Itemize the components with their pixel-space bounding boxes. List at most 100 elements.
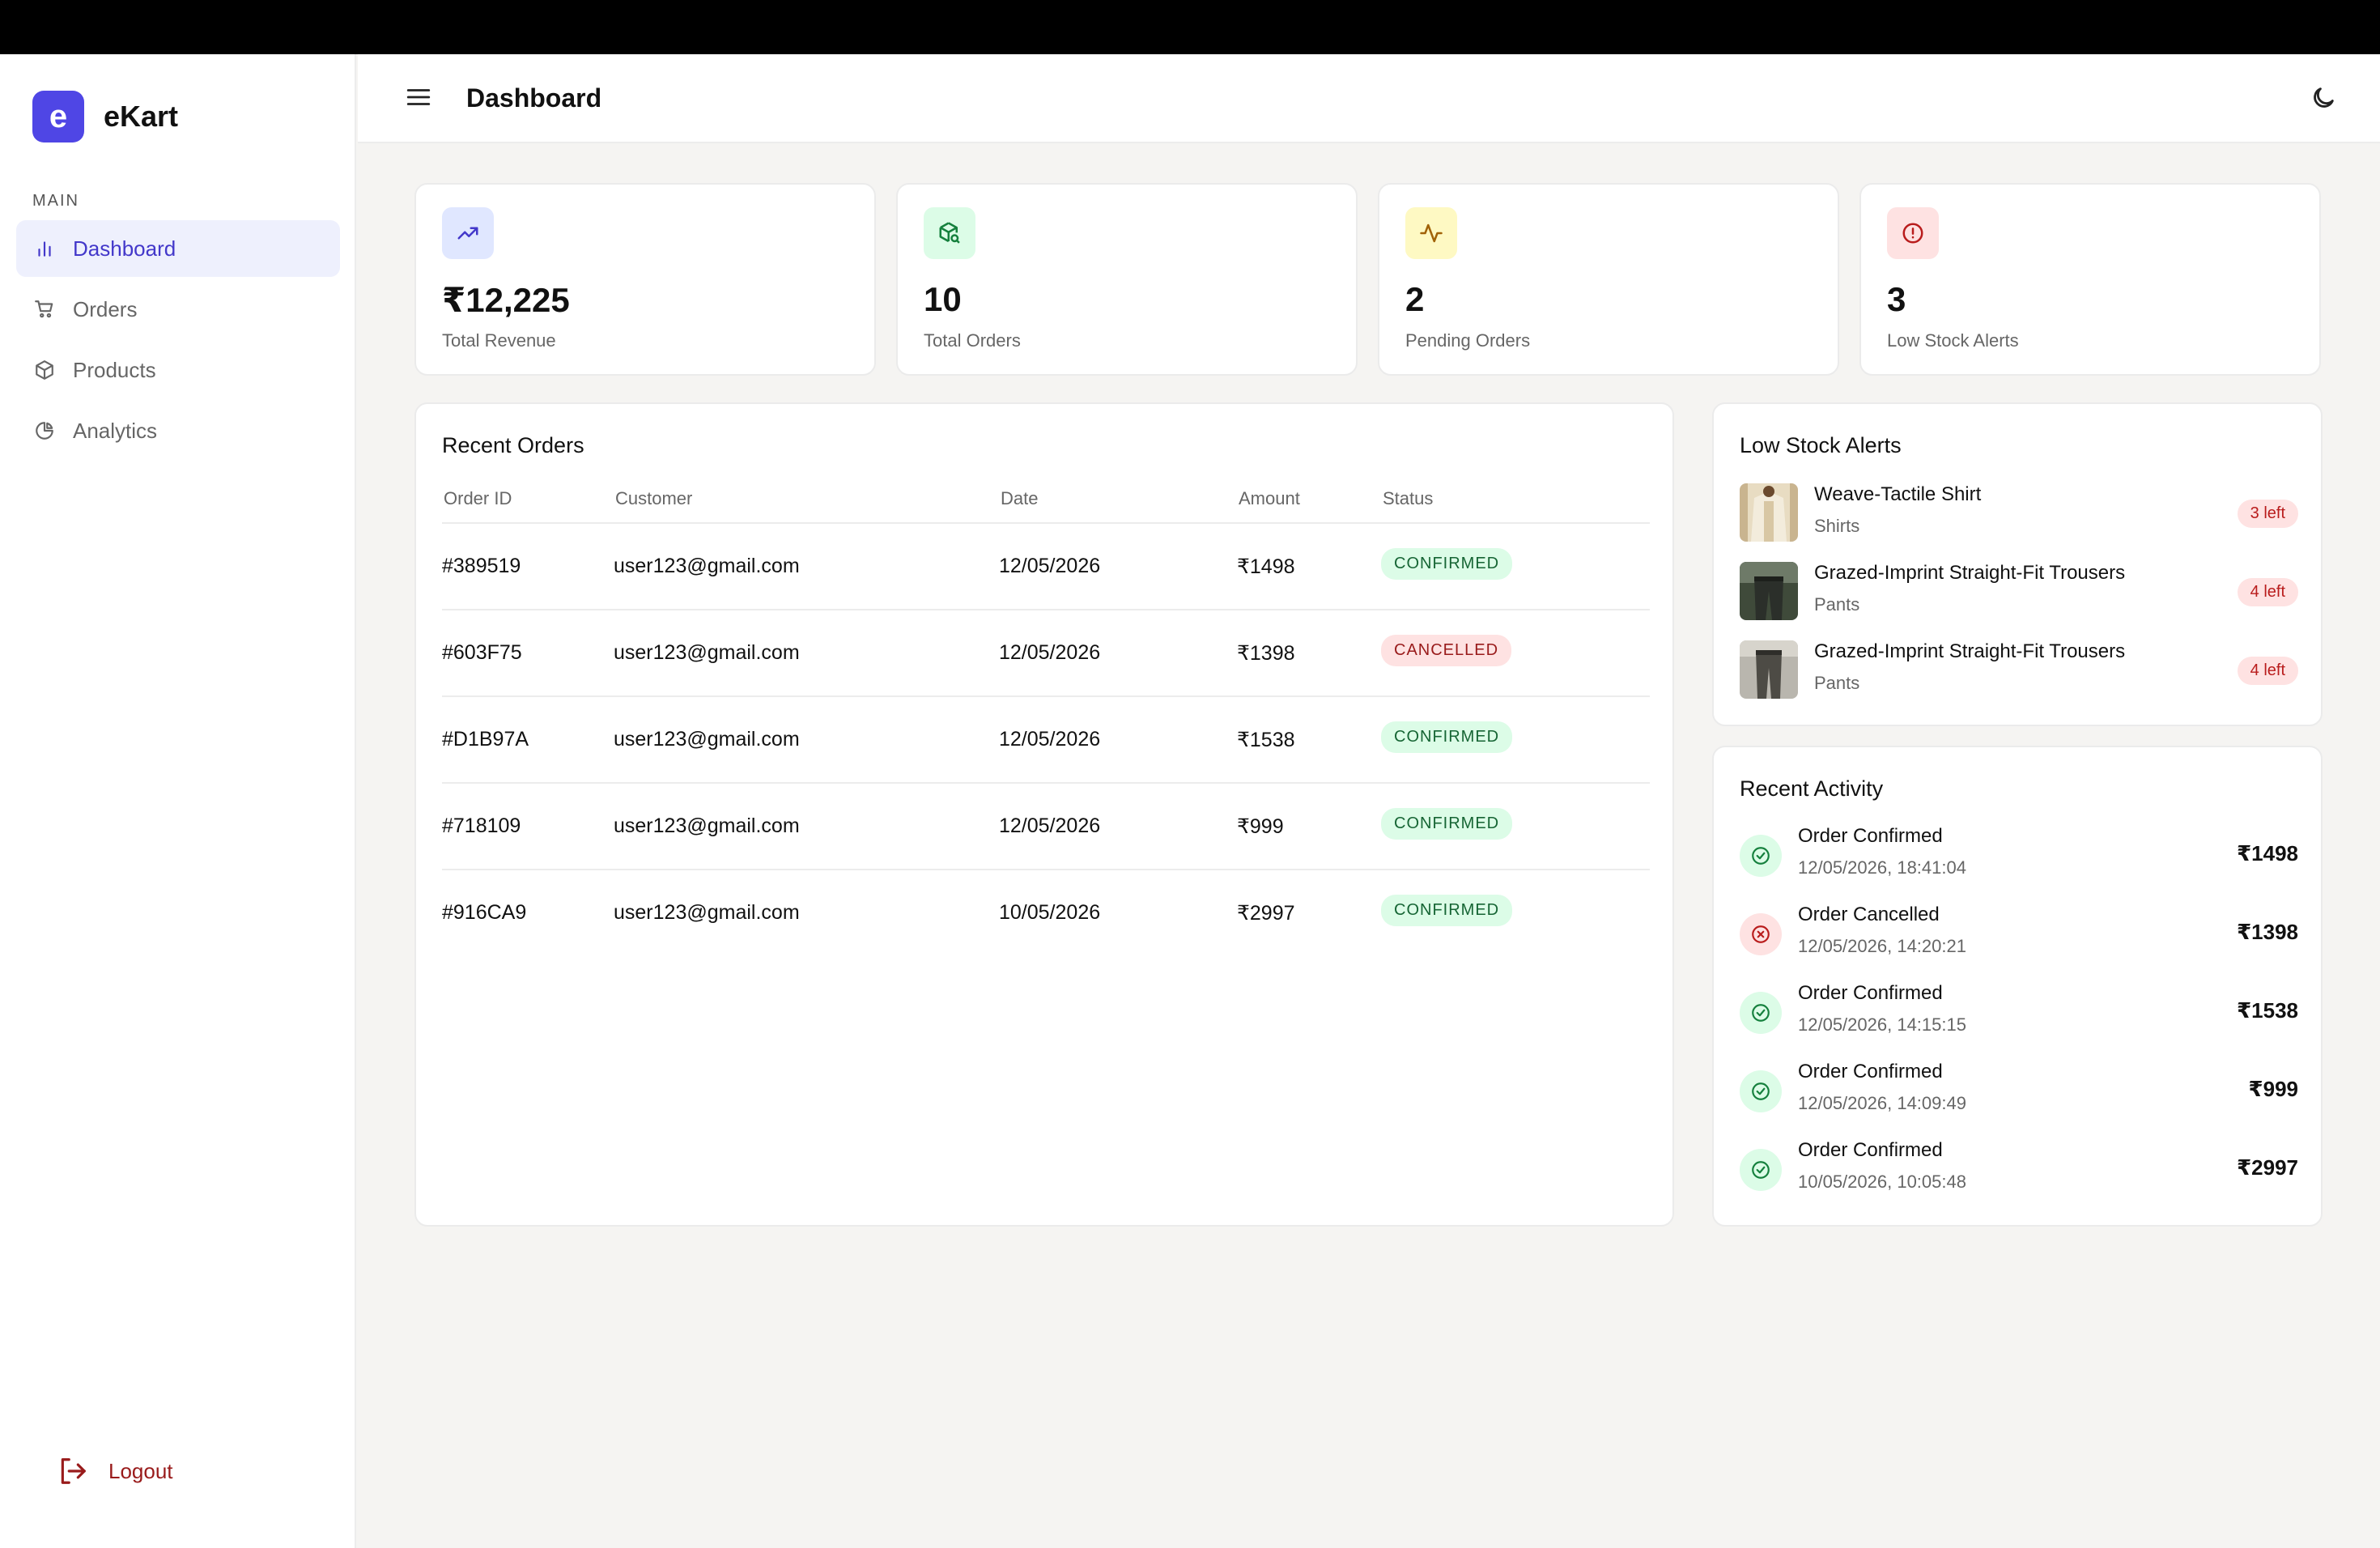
list-item[interactable]: Order Confirmed 10/05/2026, 10:05:48 ₹29… bbox=[1740, 1139, 2298, 1218]
order-date: 12/05/2026 bbox=[999, 728, 1101, 751]
status-badge: CONFIRMED bbox=[1381, 895, 1513, 926]
table-row[interactable]: #389519 user123@gmail.com 12/05/2026 ₹14… bbox=[442, 524, 1650, 610]
recent-activity-panel: Recent Activity Order Confirmed 12/05/20… bbox=[1712, 746, 2323, 1227]
sidebar-item-analytics[interactable]: Analytics bbox=[16, 402, 340, 459]
table-row[interactable]: #D1B97A user123@gmail.com 12/05/2026 ₹15… bbox=[442, 697, 1650, 784]
activity-amount: ₹1498 bbox=[2237, 841, 2298, 865]
stat-label: Total Revenue bbox=[442, 330, 556, 351]
theme-toggle-button[interactable] bbox=[2307, 83, 2340, 116]
activity-amount: ₹1398 bbox=[2237, 920, 2298, 944]
status-badge: CONFIRMED bbox=[1381, 548, 1513, 580]
table-row[interactable]: #718109 user123@gmail.com 12/05/2026 ₹99… bbox=[442, 784, 1650, 870]
stat-label: Total Orders bbox=[924, 330, 1021, 351]
order-id: #718109 bbox=[442, 814, 521, 837]
order-date: 12/05/2026 bbox=[999, 555, 1101, 577]
product-thumbnail bbox=[1740, 640, 1798, 699]
list-item[interactable]: Weave-Tactile Shirt Shirts 3 left bbox=[1740, 482, 2298, 560]
activity-amount: ₹2997 bbox=[2237, 1155, 2298, 1180]
bar-chart-icon bbox=[32, 236, 57, 261]
order-date: 12/05/2026 bbox=[999, 641, 1101, 664]
activity-timestamp: 12/05/2026, 14:09:49 bbox=[1798, 1093, 1966, 1113]
sidebar-section-label: MAIN bbox=[32, 192, 79, 210]
order-date: 12/05/2026 bbox=[999, 814, 1101, 837]
page-title: Dashboard bbox=[466, 83, 602, 113]
box-icon bbox=[32, 358, 57, 382]
list-item[interactable]: Grazed-Imprint Straight-Fit Trousers Pan… bbox=[1740, 639, 2298, 717]
activity-amount: ₹1538 bbox=[2237, 998, 2298, 1023]
stat-card-pending-orders: 2 Pending Orders bbox=[1378, 183, 1839, 376]
sidebar-item-label: Analytics bbox=[73, 418, 158, 443]
product-name: Weave-Tactile Shirt bbox=[1814, 483, 1982, 505]
logout-label: Logout bbox=[108, 1458, 173, 1483]
column-header-status: Status bbox=[1383, 488, 1434, 508]
order-customer: user123@gmail.com bbox=[614, 814, 800, 837]
activity-title: Order Confirmed bbox=[1798, 825, 1943, 847]
recent-orders-title: Recent Orders bbox=[442, 433, 584, 457]
list-item[interactable]: Grazed-Imprint Straight-Fit Trousers Pan… bbox=[1740, 560, 2298, 639]
activity-timestamp: 12/05/2026, 18:41:04 bbox=[1798, 857, 1966, 878]
table-row[interactable]: #603F75 user123@gmail.com 12/05/2026 ₹13… bbox=[442, 610, 1650, 697]
product-category: Pants bbox=[1814, 673, 1860, 693]
activity-timestamp: 12/05/2026, 14:20:21 bbox=[1798, 936, 1966, 956]
sidebar-item-label: Products bbox=[73, 357, 156, 382]
sidebar-item-products[interactable]: Products bbox=[16, 342, 340, 398]
check-circle-icon bbox=[1740, 992, 1782, 1034]
header: Dashboard bbox=[358, 54, 2380, 143]
hamburger-menu-icon bbox=[405, 83, 432, 115]
sidebar-item-label: Orders bbox=[73, 296, 138, 321]
stat-value: ₹12,225 bbox=[442, 281, 570, 319]
list-item[interactable]: Order Confirmed 12/05/2026, 18:41:04 ₹14… bbox=[1740, 825, 2298, 904]
order-amount: ₹1398 bbox=[1237, 642, 1295, 665]
orders-table-header: Order ID Customer Date Amount Status bbox=[442, 483, 1650, 524]
stock-count-badge: 4 left bbox=[2237, 578, 2298, 606]
activity-list: Order Confirmed 12/05/2026, 18:41:04 ₹14… bbox=[1740, 825, 2298, 1218]
list-item[interactable]: Order Cancelled 12/05/2026, 14:20:21 ₹13… bbox=[1740, 904, 2298, 982]
status-badge: CONFIRMED bbox=[1381, 808, 1513, 840]
product-name: Grazed-Imprint Straight-Fit Trousers bbox=[1814, 640, 2126, 662]
activity-title: Order Cancelled bbox=[1798, 904, 1940, 925]
column-header-date: Date bbox=[1001, 488, 1039, 508]
system-top-bar bbox=[0, 0, 2380, 54]
logout-icon bbox=[57, 1455, 89, 1487]
alert-circle-icon bbox=[1887, 207, 1939, 259]
sidebar-nav: Dashboard Orders Products Analytics bbox=[16, 220, 340, 463]
list-item[interactable]: Order Confirmed 12/05/2026, 14:09:49 ₹99… bbox=[1740, 1061, 2298, 1139]
check-circle-icon bbox=[1740, 835, 1782, 877]
package-search-icon bbox=[924, 207, 975, 259]
table-row[interactable]: #916CA9 user123@gmail.com 10/05/2026 ₹29… bbox=[442, 870, 1650, 957]
order-amount: ₹1498 bbox=[1237, 555, 1295, 578]
brand-logo: e bbox=[32, 91, 84, 142]
app-root: e eKart MAIN Dashboard Orders Products A… bbox=[0, 54, 2380, 1548]
brand[interactable]: e eKart bbox=[32, 91, 178, 142]
cart-icon bbox=[32, 297, 57, 321]
recent-orders-panel: Recent Orders Order ID Customer Date Amo… bbox=[414, 402, 1674, 1227]
status-badge: CONFIRMED bbox=[1381, 721, 1513, 753]
logout-button[interactable]: Logout bbox=[57, 1455, 173, 1487]
menu-toggle-button[interactable] bbox=[402, 83, 435, 115]
product-category: Pants bbox=[1814, 594, 1860, 615]
stat-card-low-stock-alerts: 3 Low Stock Alerts bbox=[1859, 183, 2321, 376]
order-customer: user123@gmail.com bbox=[614, 555, 800, 577]
activity-title: Order Confirmed bbox=[1798, 982, 1943, 1004]
stat-card-total-revenue: ₹12,225 Total Revenue bbox=[414, 183, 876, 376]
product-name: Grazed-Imprint Straight-Fit Trousers bbox=[1814, 562, 2126, 584]
stat-label: Low Stock Alerts bbox=[1887, 330, 2019, 351]
product-thumbnail bbox=[1740, 562, 1798, 620]
order-id: #603F75 bbox=[442, 641, 522, 664]
product-thumbnail bbox=[1740, 483, 1798, 542]
order-customer: user123@gmail.com bbox=[614, 641, 800, 664]
pie-chart-icon bbox=[32, 419, 57, 443]
stat-label: Pending Orders bbox=[1405, 330, 1531, 351]
moon-icon bbox=[2310, 84, 2337, 116]
sidebar-item-dashboard[interactable]: Dashboard bbox=[16, 220, 340, 277]
stock-count-badge: 3 left bbox=[2237, 500, 2298, 528]
list-item[interactable]: Order Confirmed 12/05/2026, 14:15:15 ₹15… bbox=[1740, 982, 2298, 1061]
column-header-order-id: Order ID bbox=[444, 488, 512, 508]
order-amount: ₹2997 bbox=[1237, 902, 1295, 925]
trending-up-icon bbox=[442, 207, 494, 259]
brand-name: eKart bbox=[104, 100, 179, 133]
sidebar-item-orders[interactable]: Orders bbox=[16, 281, 340, 338]
stat-value: 3 bbox=[1887, 280, 1906, 318]
activity-timestamp: 10/05/2026, 10:05:48 bbox=[1798, 1172, 1966, 1192]
order-date: 10/05/2026 bbox=[999, 901, 1101, 924]
